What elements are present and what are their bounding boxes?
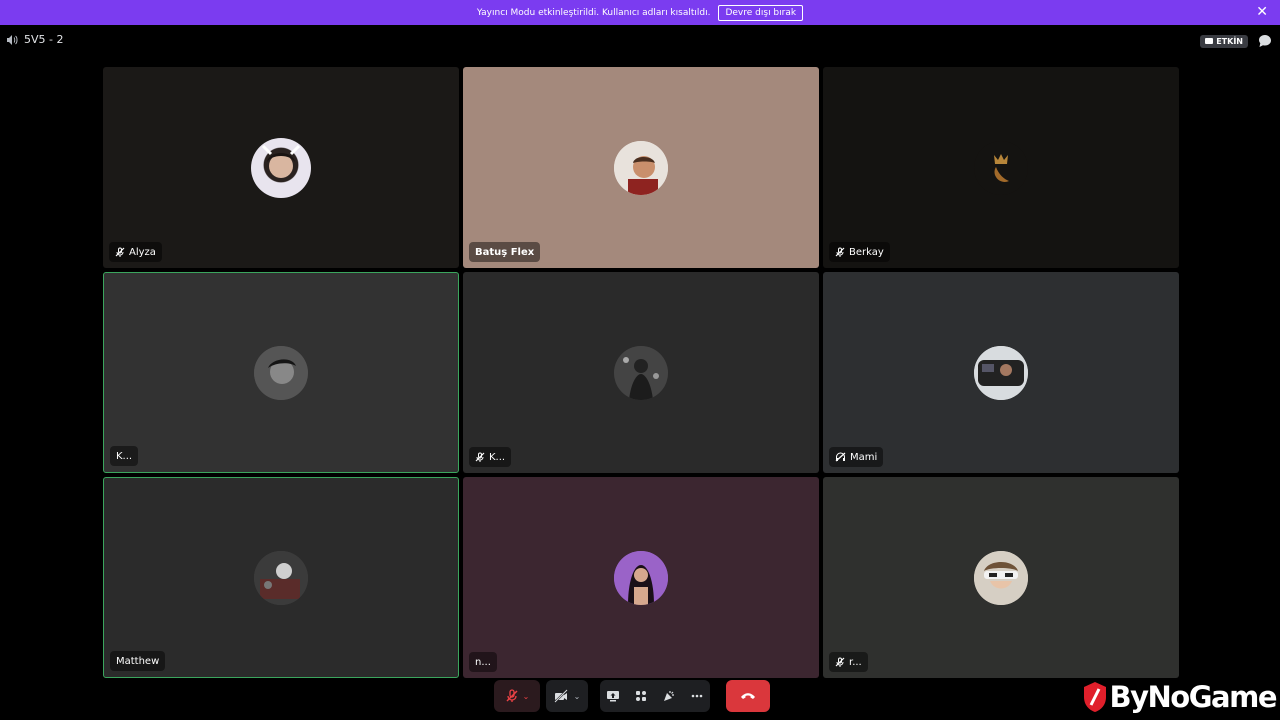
participant-tile[interactable]: Mami: [823, 272, 1179, 473]
chat-icon[interactable]: [1258, 34, 1272, 48]
mic-muted-icon: [475, 452, 485, 462]
more-icon[interactable]: [690, 689, 704, 703]
watermark-text: ByNoGame: [1109, 680, 1278, 714]
call-controls: ⌄ ⌄: [494, 679, 770, 713]
avatar: [251, 137, 311, 198]
action-group: [600, 680, 710, 712]
participant-nameplate: n...: [469, 652, 497, 672]
participant-name: K...: [116, 450, 133, 462]
chevron-down-icon[interactable]: ⌄: [574, 692, 581, 701]
avatar: [614, 550, 668, 605]
channel-header: 5V5 - 2: [6, 33, 63, 46]
disable-streamer-mode-button[interactable]: Devre dışı bırak: [718, 4, 804, 21]
camera-button[interactable]: ⌄: [546, 680, 588, 712]
chevron-down-icon[interactable]: ⌄: [523, 692, 530, 701]
participant-name: Alyza: [129, 246, 156, 258]
participant-nameplate: Alyza: [109, 242, 162, 262]
avatar: [974, 345, 1028, 400]
mic-muted-icon: [506, 689, 518, 702]
channel-name: 5V5 - 2: [24, 33, 64, 46]
participant-name: Berkay: [849, 246, 884, 258]
participant-tile[interactable]: K...: [463, 272, 819, 473]
participant-tile[interactable]: r...: [823, 477, 1179, 678]
participant-tile[interactable]: Berkay: [823, 67, 1179, 268]
avatar: [254, 550, 308, 605]
close-icon[interactable]: ✕: [1256, 4, 1268, 20]
headphones-muted-icon: [835, 452, 846, 462]
avatar: [974, 550, 1028, 605]
participant-name: K...: [489, 451, 506, 463]
mute-button[interactable]: ⌄: [494, 680, 540, 712]
live-label: ETKİN: [1216, 36, 1243, 46]
streamer-icon: [1205, 38, 1214, 44]
participant-nameplate: Mami: [829, 447, 884, 467]
participant-nameplate: Matthew: [110, 651, 166, 671]
participant-name: Mami: [850, 451, 878, 463]
participant-nameplate: K...: [469, 447, 512, 467]
activities-icon[interactable]: [634, 689, 648, 703]
participant-name: Batuş Flex: [475, 246, 535, 258]
participant-nameplate: K...: [110, 446, 139, 466]
mic-muted-icon: [835, 247, 845, 257]
speaker-icon: [7, 34, 18, 45]
participant-nameplate: r...: [829, 652, 868, 672]
call-header: 5V5 - 2 ETKİN: [0, 25, 1280, 57]
soundboard-icon[interactable]: [662, 689, 676, 703]
camera-off-icon: [553, 689, 568, 703]
participant-grid: Alyza Batuş Flex Berkay K... K... Mami M…: [103, 67, 1179, 678]
participant-tile[interactable]: Alyza: [103, 67, 459, 268]
avatar: [254, 345, 308, 400]
avatar: [974, 140, 1028, 195]
streamer-mode-badge[interactable]: ETKİN: [1200, 34, 1248, 48]
participant-tile[interactable]: K...: [103, 272, 459, 473]
participant-name: Matthew: [116, 655, 160, 667]
participant-tile[interactable]: Batuş Flex: [463, 67, 819, 268]
mic-muted-icon: [835, 657, 845, 667]
participant-nameplate: Batuş Flex: [469, 242, 541, 262]
participant-nameplate: Berkay: [829, 242, 890, 262]
streamer-mode-banner: Yayıncı Modu etkinleştirildi. Kullanıcı …: [0, 0, 1280, 25]
avatar: [614, 140, 668, 195]
screen-share-icon[interactable]: [606, 689, 620, 703]
mic-muted-icon: [115, 247, 125, 257]
bynogame-logo-icon: [1083, 682, 1106, 712]
banner-message: Yayıncı Modu etkinleştirildi. Kullanıcı …: [476, 7, 711, 18]
watermark-logo: ByNoGame: [1082, 680, 1278, 714]
participant-tile[interactable]: Matthew: [103, 477, 459, 678]
avatar: [614, 345, 668, 400]
participant-name: r...: [849, 656, 862, 668]
participant-name: n...: [475, 656, 491, 668]
end-call-icon: [741, 693, 755, 699]
participant-tile[interactable]: n...: [463, 477, 819, 678]
end-call-button[interactable]: [726, 680, 770, 712]
